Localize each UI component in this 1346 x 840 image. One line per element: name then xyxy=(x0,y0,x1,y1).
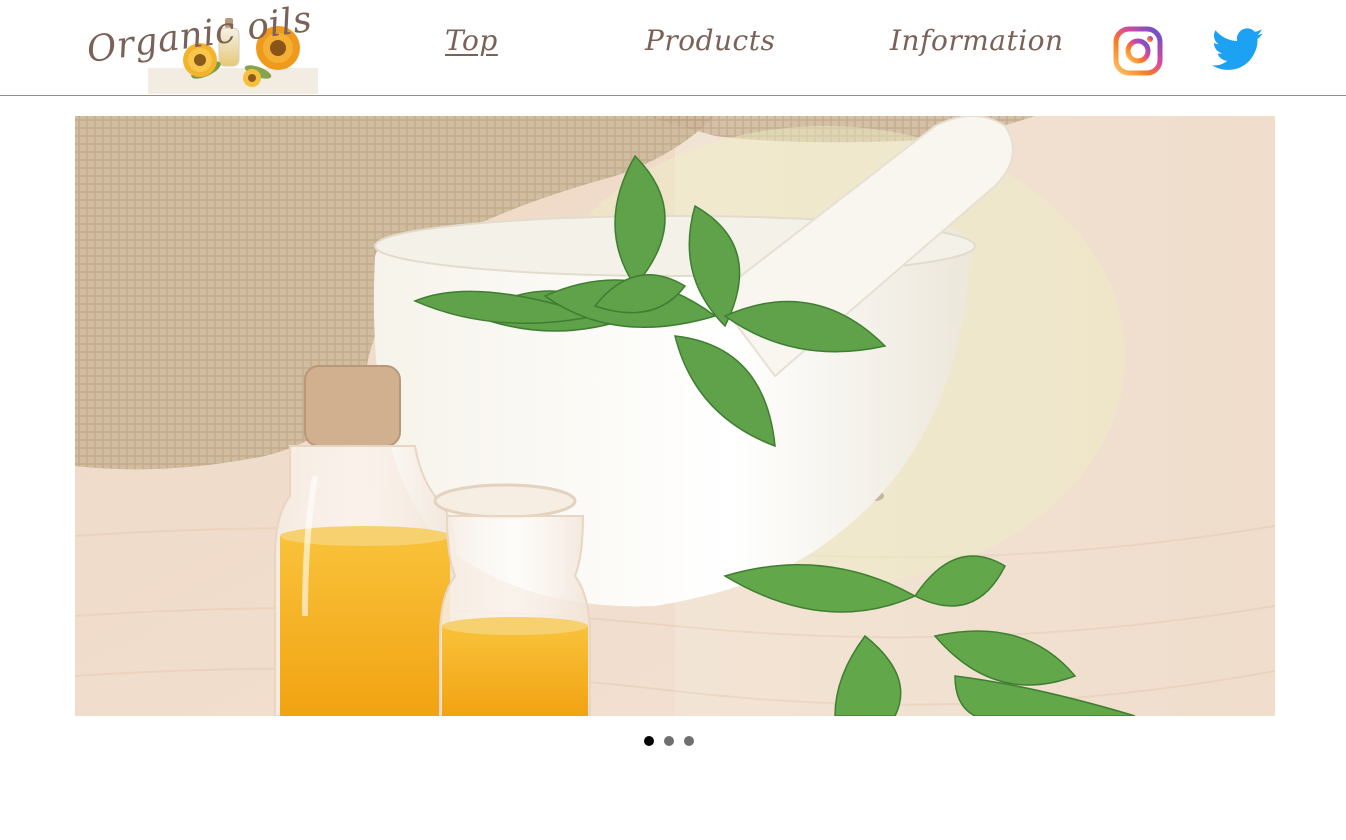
twitter-link[interactable] xyxy=(1211,28,1264,72)
slider-dot-2[interactable] xyxy=(664,736,674,746)
hero-slide-image xyxy=(75,116,1275,716)
hero-slider[interactable] xyxy=(75,116,1275,716)
nav-link-top[interactable]: Top xyxy=(445,24,498,68)
nav-link-information[interactable]: Information xyxy=(890,24,1064,68)
slider-pagination xyxy=(644,734,706,748)
twitter-icon xyxy=(1211,28,1264,70)
site-header: Organic oils Top Products Information xyxy=(0,0,1346,96)
slider-dot-3[interactable] xyxy=(684,736,694,746)
instagram-link[interactable] xyxy=(1113,26,1163,76)
slider-dot-1[interactable] xyxy=(644,736,654,746)
nav-link-products[interactable]: Products xyxy=(645,24,775,68)
instagram-icon xyxy=(1113,26,1163,76)
site-logo[interactable]: Organic oils xyxy=(84,0,318,94)
